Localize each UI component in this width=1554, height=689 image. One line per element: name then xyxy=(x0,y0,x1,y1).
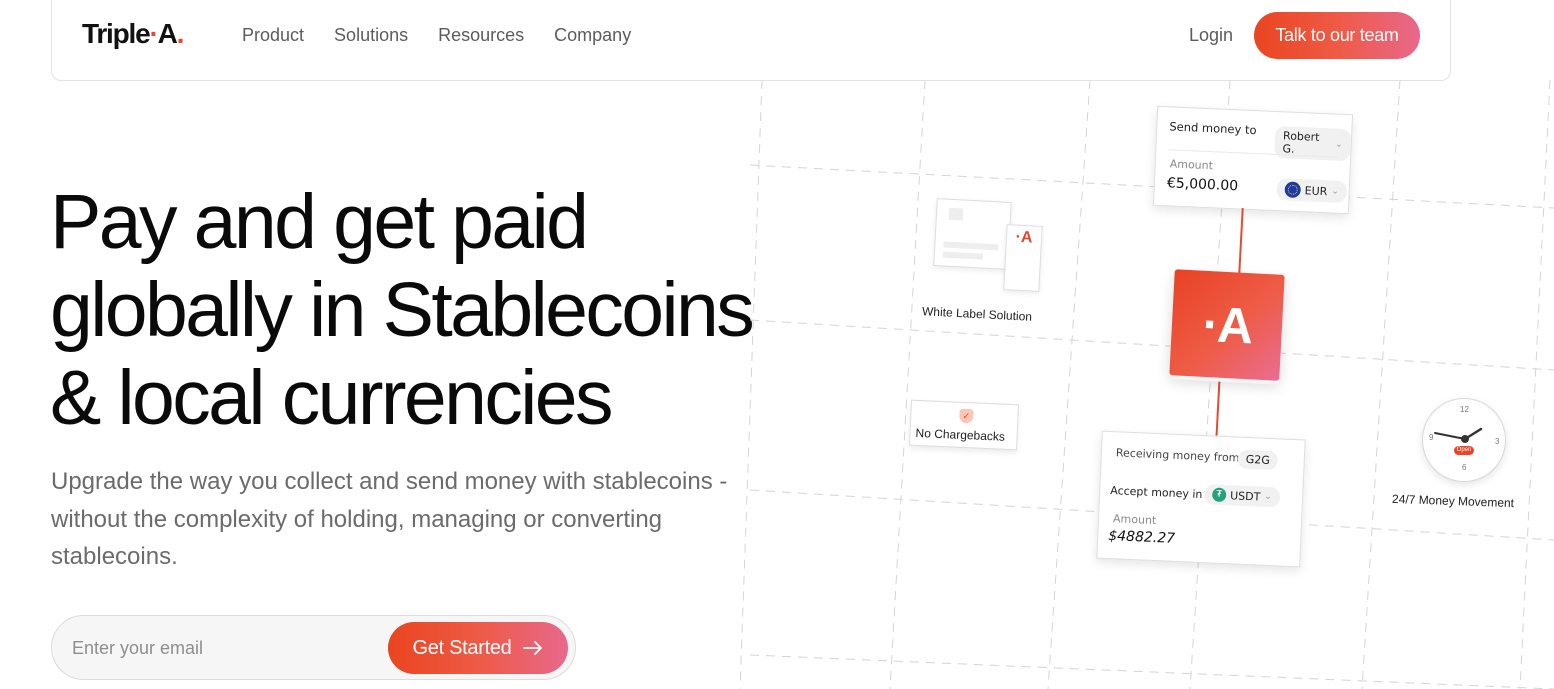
nav-link-company[interactable]: Company xyxy=(554,25,631,46)
accept-money-label: Accept money in xyxy=(1109,484,1203,502)
chevron-down-icon: ⌄ xyxy=(1334,139,1343,150)
currency-select: EUR ⌄ xyxy=(1276,178,1348,204)
eu-flag-icon xyxy=(1284,181,1302,199)
send-money-label: Send money to xyxy=(1169,119,1257,138)
logo-text: Triple xyxy=(82,18,151,49)
recipient-name: Robert G. xyxy=(1282,129,1320,156)
nav-link-solutions[interactable]: Solutions xyxy=(334,25,408,46)
no-chargebacks-label: No Chargebacks xyxy=(915,425,1006,444)
email-signup-form: Get Started xyxy=(51,615,576,680)
logo-dot: · xyxy=(149,18,159,49)
receive-money-card: Receiving money from G2G Accept money in… xyxy=(1096,430,1306,568)
receive-amount-value: $4882.27 xyxy=(1107,527,1176,547)
nav-links: Product Solutions Resources Company xyxy=(242,25,631,46)
hero-title-line-1: Pay and get paid xyxy=(50,179,589,265)
clock-icon: 12 3 6 9 Open xyxy=(1422,398,1506,482)
login-link[interactable]: Login xyxy=(1189,25,1233,46)
hero-title: Pay and get paid globally in Stablecoins… xyxy=(50,178,840,442)
brand-logo[interactable]: Triple·A. xyxy=(82,18,185,50)
currency-code: EUR xyxy=(1304,183,1328,198)
clock-hands xyxy=(1434,427,1483,443)
arrow-right-icon xyxy=(523,641,543,655)
accept-currency-code: USDT xyxy=(1229,488,1261,504)
get-started-button[interactable]: Get Started xyxy=(388,622,568,674)
logo-end-dot: . xyxy=(176,18,185,49)
send-money-card: Send money to Robert G. ⌄ Amount €5,000.… xyxy=(1152,105,1354,215)
open-badge: Open xyxy=(1454,446,1474,455)
triple-a-logo-tile: ·A xyxy=(1169,269,1285,381)
tether-icon: ₮ xyxy=(1211,487,1227,503)
accept-currency-select: ₮ USDT ⌄ xyxy=(1203,484,1281,508)
top-navigation: Triple·A. Product Solutions Resources Co… xyxy=(51,0,1451,81)
document-icon xyxy=(933,198,1012,270)
get-started-label: Get Started xyxy=(412,636,512,659)
send-amount-label: Amount xyxy=(1169,157,1214,173)
hero-illustration: Send money to Robert G. ⌄ Amount €5,000.… xyxy=(740,80,1554,689)
hero-title-line-3: & local currencies xyxy=(50,355,614,441)
logo-suffix: A xyxy=(157,18,178,49)
hero-subtitle: Upgrade the way you collect and send mon… xyxy=(51,468,728,570)
chevron-down-icon: ⌄ xyxy=(1264,491,1273,503)
nav-link-resources[interactable]: Resources xyxy=(438,25,524,46)
shield-icon: ✓ xyxy=(959,408,974,424)
hero-title-line-2: globally in Stablecoins xyxy=(50,267,755,353)
nav-link-product[interactable]: Product xyxy=(242,25,304,46)
email-input[interactable] xyxy=(72,631,372,665)
branded-document-icon: ·A xyxy=(1003,224,1043,292)
send-amount-value: €5,000.00 xyxy=(1166,175,1239,195)
chevron-down-icon: ⌄ xyxy=(1331,186,1340,197)
background-grid xyxy=(740,80,1554,689)
no-chargebacks-card: ✓ No Chargebacks xyxy=(909,399,1019,451)
talk-to-team-button[interactable]: Talk to our team xyxy=(1254,12,1420,59)
receiving-from-label: Receiving money from xyxy=(1115,446,1240,465)
receiving-from-source: G2G xyxy=(1237,449,1279,471)
receive-amount-label: Amount xyxy=(1112,512,1157,528)
